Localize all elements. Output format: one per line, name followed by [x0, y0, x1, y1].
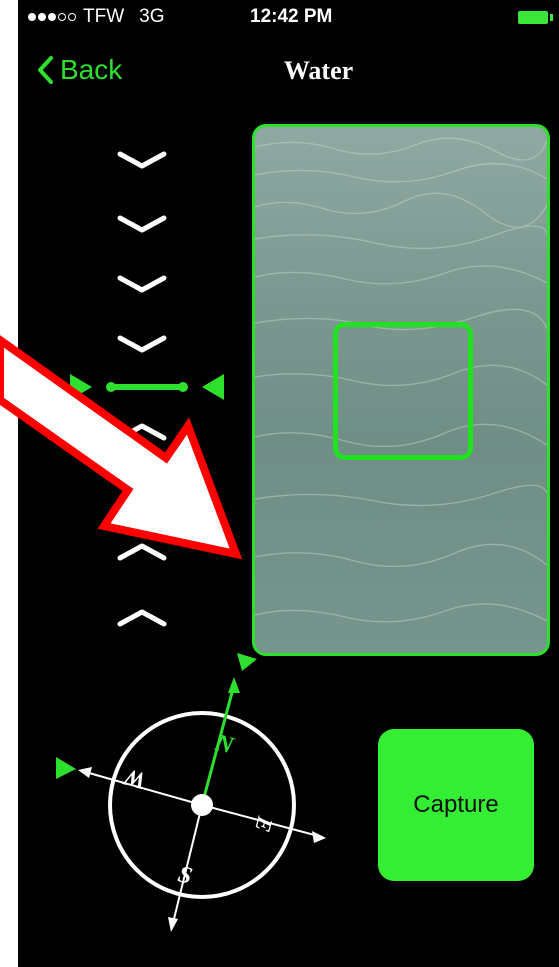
- north-marker-icon: [237, 653, 257, 671]
- compass-hub: [191, 794, 213, 816]
- chevron-down-icon: [117, 335, 167, 353]
- capture-label: Capture: [413, 791, 499, 818]
- west-arrow-icon: [78, 767, 92, 778]
- chevron-up-icon: [117, 543, 167, 561]
- capture-button[interactable]: Capture: [378, 729, 534, 881]
- phone-screen: TFW 3G 12:42 PM Back Water N E S W Captu…: [18, 0, 559, 967]
- level-marker: [70, 374, 224, 400]
- network-type: 3G: [139, 6, 165, 27]
- chevron-down-icon: [117, 275, 167, 293]
- status-time: 12:42 PM: [250, 6, 333, 27]
- battery-tip: [550, 14, 553, 21]
- south-arrow-icon: [168, 917, 178, 932]
- battery-icon: [518, 11, 548, 24]
- chevron-down-icon: [117, 215, 167, 233]
- chevron-up-icon: [117, 423, 167, 441]
- compass-widget: N E S W: [56, 653, 326, 932]
- west-marker-icon: [56, 757, 76, 779]
- camera-preview[interactable]: [252, 124, 550, 656]
- east-arrow-icon: [312, 831, 326, 843]
- compass-east-label: E: [250, 813, 278, 835]
- status-left: TFW 3G: [28, 6, 165, 28]
- compass-south-label: S: [175, 861, 195, 890]
- tilt-level-indicator: [70, 151, 224, 627]
- chevron-up-icon: [117, 609, 167, 627]
- north-arrow-icon: [228, 677, 240, 693]
- carrier-name: TFW: [83, 6, 125, 27]
- signal-strength-icon: [28, 13, 76, 21]
- navigation-bar: Back Water: [18, 36, 559, 112]
- chevron-down-icon: [117, 151, 167, 169]
- page-title: Water: [283, 56, 354, 85]
- focus-frame: [333, 322, 473, 460]
- status-bar: TFW 3G 12:42 PM: [18, 0, 559, 36]
- compass-north-label: N: [212, 730, 238, 760]
